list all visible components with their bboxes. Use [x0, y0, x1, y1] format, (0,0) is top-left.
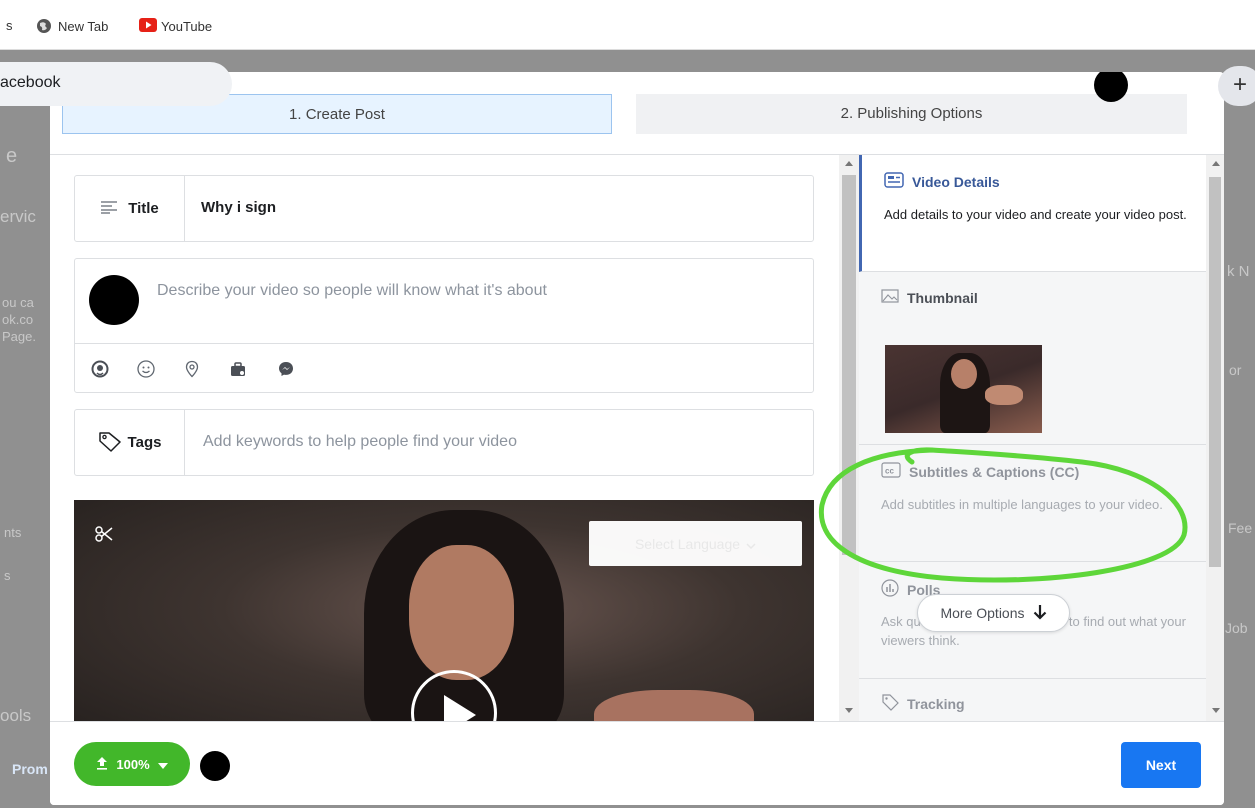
- description-toolbar: [75, 343, 813, 393]
- scroll-up-icon[interactable]: [845, 161, 853, 166]
- bookmarks-bar: s New Tab YouTube: [0, 0, 1255, 50]
- poll-icon: [881, 579, 899, 600]
- option-video-details[interactable]: Video Details Add details to your video …: [859, 155, 1206, 272]
- bg-fragment: Fee: [1228, 520, 1253, 536]
- caret-down-icon: [157, 757, 168, 772]
- bg-fragment: s: [4, 568, 11, 583]
- language-select[interactable]: Select Language: [589, 521, 802, 566]
- options-scrollbar[interactable]: [1206, 155, 1224, 721]
- bg-fragment: or: [1229, 362, 1242, 378]
- bg-fragment: k N: [1227, 263, 1250, 280]
- bg-fragment: ools: [0, 706, 32, 725]
- svg-text:cc: cc: [885, 467, 894, 476]
- bg-fragment: Page.: [2, 329, 36, 344]
- option-description: Add subtitles in multiple languages to y…: [881, 497, 1163, 512]
- location-pin-icon[interactable]: [183, 360, 201, 378]
- tags-label: Tags: [127, 434, 162, 451]
- bookmark-youtube[interactable]: YouTube: [139, 18, 212, 34]
- image-icon: [881, 289, 899, 306]
- background-tab-label: acebook: [0, 74, 61, 91]
- bg-fragment: ervic: [0, 207, 36, 226]
- bookmark-label: s: [6, 18, 13, 33]
- option-title: Tracking: [907, 695, 965, 712]
- background-tab[interactable]: acebook: [0, 62, 232, 106]
- smiley-icon[interactable]: [137, 360, 155, 378]
- post-form: Title Why i sign Describe your video so …: [50, 155, 835, 721]
- tag-icon: [98, 430, 122, 456]
- bg-fragment: Job: [1225, 620, 1248, 636]
- next-button[interactable]: Next: [1121, 742, 1201, 788]
- title-field[interactable]: Title Why i sign: [74, 175, 814, 242]
- bookmark-item[interactable]: s: [6, 18, 13, 33]
- youtube-icon: [139, 18, 157, 34]
- description-field[interactable]: Describe your video so people will know …: [74, 258, 814, 393]
- option-title: Subtitles & Captions (CC): [909, 463, 1080, 480]
- video-details-icon: [884, 172, 904, 191]
- briefcase-icon[interactable]: [229, 360, 247, 378]
- globe-icon: [36, 18, 52, 34]
- tags-field[interactable]: Tags Add keywords to help people find yo…: [74, 409, 814, 476]
- description-input[interactable]: Describe your video so people will know …: [157, 282, 547, 300]
- cc-icon: cc: [881, 462, 901, 481]
- video-frame-shape: [409, 545, 514, 680]
- option-heading: Video Details: [884, 172, 1000, 191]
- option-heading: Tracking: [881, 693, 965, 714]
- video-frame-shape: [594, 690, 754, 721]
- chevron-down-icon: [746, 536, 756, 552]
- emoji-sticker-icon[interactable]: [91, 360, 109, 378]
- option-title: Thumbnail: [907, 289, 978, 306]
- tag-icon: [881, 693, 899, 714]
- option-heading: cc Subtitles & Captions (CC): [881, 462, 1079, 481]
- option-subtitles-captions[interactable]: cc Subtitles & Captions (CC) Add subtitl…: [859, 445, 1206, 562]
- avatar: [200, 751, 230, 781]
- scroll-up-icon[interactable]: [1212, 161, 1220, 166]
- bg-fragment: nts: [4, 525, 22, 540]
- messenger-icon[interactable]: [277, 360, 295, 378]
- thumbnail-image[interactable]: [885, 345, 1042, 433]
- upload-progress-label: 100%: [116, 756, 150, 772]
- bg-fragment: Prom: [12, 761, 48, 777]
- option-tracking[interactable]: Tracking: [859, 679, 1206, 721]
- option-description: Add details to your video and create you…: [884, 207, 1187, 222]
- plus-button[interactable]: +: [1218, 66, 1255, 106]
- video-preview[interactable]: Select Language: [74, 500, 814, 721]
- options-panel: Video Details Add details to your video …: [859, 155, 1206, 721]
- more-options-label: More Options: [940, 605, 1025, 621]
- bg-fragment: e: [6, 145, 18, 167]
- bookmark-new-tab[interactable]: New Tab: [36, 18, 108, 34]
- scrollbar-thumb[interactable]: [842, 175, 856, 555]
- scissors-icon[interactable]: [94, 524, 114, 544]
- upload-progress-button[interactable]: 100%: [74, 742, 190, 786]
- bookmark-label: New Tab: [58, 18, 109, 34]
- scrollbar-thumb[interactable]: [1209, 177, 1221, 567]
- bookmark-label: YouTube: [161, 18, 213, 34]
- bg-fragment: ok.co: [2, 312, 34, 327]
- language-select-label: Select Language: [634, 535, 741, 552]
- dialog-footer: 100% Next: [50, 721, 1224, 805]
- option-thumbnail[interactable]: Thumbnail: [859, 272, 1206, 445]
- tags-input[interactable]: Add keywords to help people find your vi…: [203, 433, 517, 451]
- title-input[interactable]: Why i sign: [201, 199, 276, 216]
- option-heading: Thumbnail: [881, 289, 978, 306]
- text-lines-icon: [100, 200, 118, 218]
- title-label: Title: [128, 200, 159, 217]
- create-video-post-dialog: 1. Create Post 2. Publishing Options Tit…: [50, 72, 1224, 805]
- upload-icon: [96, 756, 108, 773]
- tags-label-cell: Tags: [75, 410, 185, 475]
- bg-fragment: ou ca: [2, 295, 34, 310]
- form-scrollbar[interactable]: [839, 155, 859, 721]
- title-label-cell: Title: [75, 176, 185, 241]
- avatar: [89, 275, 139, 325]
- scroll-down-icon[interactable]: [1212, 708, 1220, 713]
- more-options-button[interactable]: More Options: [917, 594, 1070, 632]
- arrow-down-icon: [1033, 604, 1047, 623]
- option-title: Video Details: [912, 173, 1000, 190]
- scroll-down-icon[interactable]: [845, 708, 853, 713]
